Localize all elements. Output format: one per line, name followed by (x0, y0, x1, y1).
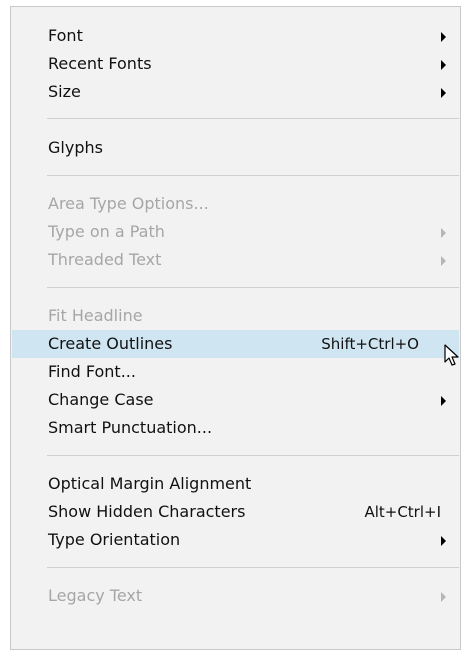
menu-item-glyphs[interactable]: Glyphs (12, 134, 459, 162)
menu-item-find-font[interactable]: Find Font... (12, 358, 459, 386)
menu-item-create-outlines[interactable]: Create Outlines Shift+Ctrl+O (12, 330, 459, 358)
menu-item-label: Find Font... (48, 362, 136, 381)
menu-item-size[interactable]: Size (12, 78, 459, 106)
menu-item-label: Recent Fonts (48, 54, 152, 73)
menu-item-type-on-a-path: Type on a Path (12, 218, 459, 246)
menu-item-label: Change Case (48, 390, 154, 409)
menu-separator (47, 175, 459, 176)
type-menu: Font Recent Fonts Size Glyphs Area Type … (10, 6, 461, 650)
submenu-arrow-icon (441, 88, 446, 98)
menu-item-optical-margin-alignment[interactable]: Optical Margin Alignment (12, 470, 459, 498)
menu-item-label: Optical Margin Alignment (48, 474, 252, 493)
menu-item-label: Font (48, 26, 83, 45)
menu-item-legacy-text: Legacy Text (12, 582, 459, 610)
menu-item-smart-punctuation[interactable]: Smart Punctuation... (12, 414, 459, 442)
menu-item-label: Size (48, 82, 81, 101)
menu-item-label: Legacy Text (48, 586, 143, 605)
menu-item-shortcut: Alt+Ctrl+I (364, 503, 441, 521)
menu-item-label: Show Hidden Characters (48, 502, 246, 521)
menu-item-shortcut: Shift+Ctrl+O (321, 335, 419, 353)
menu-item-show-hidden-characters[interactable]: Show Hidden Characters Alt+Ctrl+I (12, 498, 459, 526)
menu-item-label: Type on a Path (48, 222, 165, 241)
menu-item-change-case[interactable]: Change Case (12, 386, 459, 414)
submenu-arrow-icon (441, 536, 446, 546)
menu-separator (47, 455, 459, 456)
submenu-arrow-icon (441, 396, 446, 406)
menu-item-fit-headline: Fit Headline (12, 302, 459, 330)
menu-separator (47, 118, 459, 119)
menu-item-font[interactable]: Font (12, 22, 459, 50)
submenu-arrow-icon (441, 60, 446, 70)
menu-item-type-orientation[interactable]: Type Orientation (12, 526, 459, 554)
mouse-pointer-icon (444, 344, 459, 366)
menu-item-threaded-text: Threaded Text (12, 246, 459, 274)
menu-item-label: Type Orientation (48, 530, 181, 549)
menu-item-label: Smart Punctuation... (48, 418, 213, 437)
menu-item-label: Glyphs (48, 138, 103, 157)
menu-item-label: Area Type Options... (48, 194, 209, 213)
menu-separator (47, 567, 459, 568)
menu-item-label: Fit Headline (48, 306, 143, 325)
menu-item-recent-fonts[interactable]: Recent Fonts (12, 50, 459, 78)
submenu-arrow-icon (441, 228, 446, 238)
submenu-arrow-icon (441, 256, 446, 266)
menu-item-label: Create Outlines (48, 334, 173, 353)
menu-item-label: Threaded Text (48, 250, 162, 269)
submenu-arrow-icon (441, 592, 446, 602)
menu-item-area-type-options: Area Type Options... (12, 190, 459, 218)
submenu-arrow-icon (441, 32, 446, 42)
menu-separator (47, 287, 459, 288)
